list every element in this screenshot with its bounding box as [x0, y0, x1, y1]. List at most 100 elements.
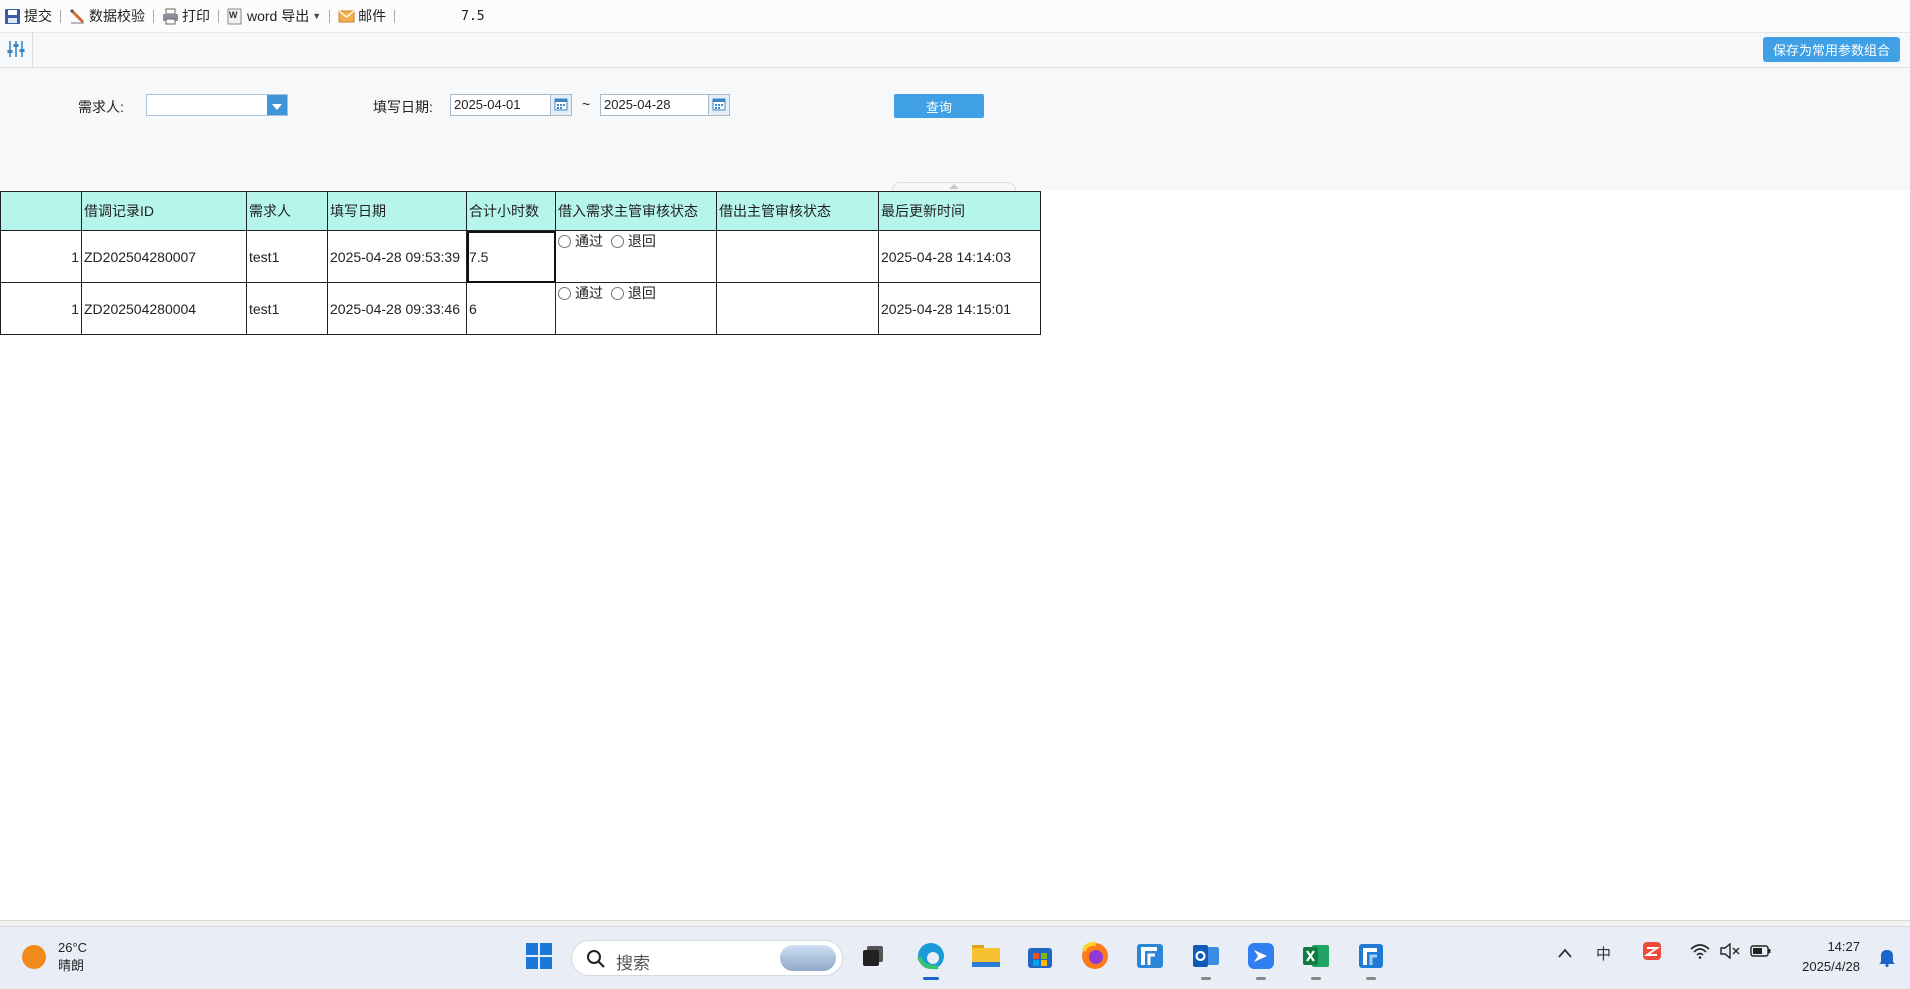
- firefox-button[interactable]: [1078, 940, 1112, 974]
- printer-icon: [162, 8, 179, 25]
- taskbar-search[interactable]: 搜索: [571, 940, 843, 976]
- outlook-button[interactable]: [1189, 940, 1223, 980]
- volume-button[interactable]: [1720, 942, 1740, 963]
- search-icon: [586, 949, 606, 972]
- windows-start-button[interactable]: [522, 940, 556, 974]
- radio-circle-icon: [558, 286, 571, 300]
- sliders-icon: [7, 40, 25, 61]
- date-from-calendar-button[interactable]: [550, 95, 571, 115]
- submit-button[interactable]: 提交: [0, 4, 56, 28]
- top-toolbar: 提交 数据校验 打印 W word 导出 ▼ 邮件 7.5: [0, 0, 1910, 33]
- requester-cell[interactable]: test1: [246, 282, 328, 335]
- bell-icon: [1878, 950, 1896, 970]
- radio-circle-icon: [610, 286, 624, 300]
- wifi-icon: [1690, 944, 1710, 963]
- filter-panel: 需求人: 填写日期: 2025-04-01 ~ 2025-04-28 查询: [0, 68, 1910, 191]
- wifi-button[interactable]: [1690, 943, 1710, 963]
- last-updated-cell[interactable]: 2025-04-28 14:14:03: [878, 230, 1041, 283]
- parameter-settings-button[interactable]: [0, 33, 33, 67]
- calendar-icon: [554, 97, 568, 114]
- store-button[interactable]: [1023, 940, 1057, 974]
- approve-radio[interactable]: 通过: [558, 284, 603, 304]
- radio-circle-icon: [610, 234, 624, 248]
- row-number: 1: [0, 230, 82, 283]
- windows-taskbar: 26°C 晴朗 搜索 中 14:27 2025/4/28: [0, 926, 1910, 989]
- date-from-value: 2025-04-01: [454, 97, 521, 112]
- fill-date-cell[interactable]: 2025-04-28 09:53:39: [327, 230, 467, 283]
- column-header-rownum: [0, 191, 82, 231]
- battery-icon: [1750, 945, 1772, 963]
- submit-label: 提交: [24, 8, 52, 24]
- mail-button[interactable]: 邮件: [334, 4, 390, 28]
- excel-button[interactable]: [1299, 940, 1333, 980]
- fanruan-report-button[interactable]: [1133, 940, 1167, 974]
- show-hidden-icons-button[interactable]: [1558, 945, 1572, 962]
- table-row: 1 ZD202504280007 test1 2025-04-28 09:53:…: [0, 230, 1041, 283]
- row-number: 1: [0, 282, 82, 335]
- reject-radio[interactable]: 退回: [610, 232, 656, 252]
- in-manager-status-cell: 通过 退回: [555, 282, 717, 335]
- toolbar-divider: [60, 9, 61, 23]
- windows-start-icon: [525, 942, 553, 973]
- out-manager-status-cell[interactable]: [716, 230, 879, 283]
- radio-circle-icon: [558, 234, 571, 248]
- fill-date-cell[interactable]: 2025-04-28 09:33:46: [327, 282, 467, 335]
- requester-label: 需求人:: [78, 99, 124, 115]
- save-parameter-combo-button[interactable]: 保存为常用参数组合: [1762, 37, 1900, 62]
- record-id-cell[interactable]: ZD202504280007: [81, 230, 247, 283]
- requester-dropdown-button[interactable]: [267, 95, 287, 115]
- toolbar-divider: [329, 9, 331, 23]
- total-hours-cell[interactable]: 7.5: [466, 230, 556, 283]
- reject-radio[interactable]: 退回: [610, 284, 656, 304]
- requester-cell[interactable]: test1: [246, 230, 328, 283]
- table-header-row: 借调记录ID 需求人 填写日期 合计小时数 借入需求主管审核状态 借出主管审核状…: [0, 191, 1041, 231]
- store-icon: [1026, 942, 1054, 973]
- task-view-button[interactable]: [856, 940, 890, 974]
- print-label: 打印: [182, 8, 210, 24]
- date-from-field[interactable]: 2025-04-01: [450, 94, 572, 116]
- data-validate-button[interactable]: 数据校验: [65, 4, 149, 28]
- task-view-icon: [860, 943, 886, 972]
- taskbar-clock[interactable]: 14:27 2025/4/28: [1802, 937, 1860, 977]
- feishu-button[interactable]: [1244, 940, 1278, 980]
- requester-dropdown[interactable]: [146, 94, 288, 116]
- query-button[interactable]: 查询: [894, 94, 984, 118]
- parameter-bar: 保存为常用参数组合: [0, 33, 1910, 68]
- running-indicator: [1256, 977, 1266, 980]
- weather-widget[interactable]: 26°C 晴朗: [22, 939, 87, 975]
- collapse-panel-handle[interactable]: [892, 182, 1016, 191]
- out-manager-status-cell[interactable]: [716, 282, 879, 335]
- last-updated-cell[interactable]: 2025-04-28 14:15:01: [878, 282, 1041, 335]
- approve-radio[interactable]: 通过: [558, 232, 603, 252]
- pencil-icon: [69, 8, 86, 25]
- record-id-cell[interactable]: ZD202504280004: [81, 282, 247, 335]
- running-indicator: [1201, 977, 1211, 980]
- date-to-field[interactable]: 2025-04-28: [600, 94, 730, 116]
- ime-indicator[interactable]: 中: [1596, 943, 1611, 964]
- firefox-icon: [1080, 941, 1110, 974]
- fanruan-designer-icon: [1356, 941, 1386, 974]
- fanruan-designer-button[interactable]: [1354, 940, 1388, 980]
- word-export-button[interactable]: W word 导出 ▼: [223, 4, 325, 28]
- battery-button[interactable]: [1750, 943, 1772, 963]
- edge-taskbar-button[interactable]: [914, 940, 948, 980]
- print-button[interactable]: 打印: [158, 4, 214, 28]
- toolbar-divider: [218, 9, 219, 23]
- edge-icon: [916, 941, 946, 974]
- clock-date: 2025/4/28: [1802, 959, 1860, 974]
- file-explorer-button[interactable]: [969, 940, 1003, 974]
- word-export-label: word 导出: [247, 8, 310, 24]
- chevron-down-icon: [272, 97, 282, 113]
- total-hours-cell[interactable]: 6: [466, 282, 556, 335]
- svg-text:W: W: [229, 10, 238, 20]
- weather-description: 晴朗: [58, 958, 85, 973]
- date-to-calendar-button[interactable]: [708, 95, 729, 115]
- wps-tray-button[interactable]: [1642, 941, 1662, 965]
- notification-button[interactable]: [1878, 947, 1896, 970]
- search-placeholder: 搜索: [616, 954, 650, 973]
- chevron-down-icon: ▼: [312, 11, 322, 21]
- feishu-icon: [1246, 941, 1276, 974]
- outlook-icon: [1191, 941, 1221, 974]
- column-header-in-manager-status: 借入需求主管审核状态: [555, 191, 717, 231]
- column-header-total-hours: 合计小时数: [466, 191, 556, 231]
